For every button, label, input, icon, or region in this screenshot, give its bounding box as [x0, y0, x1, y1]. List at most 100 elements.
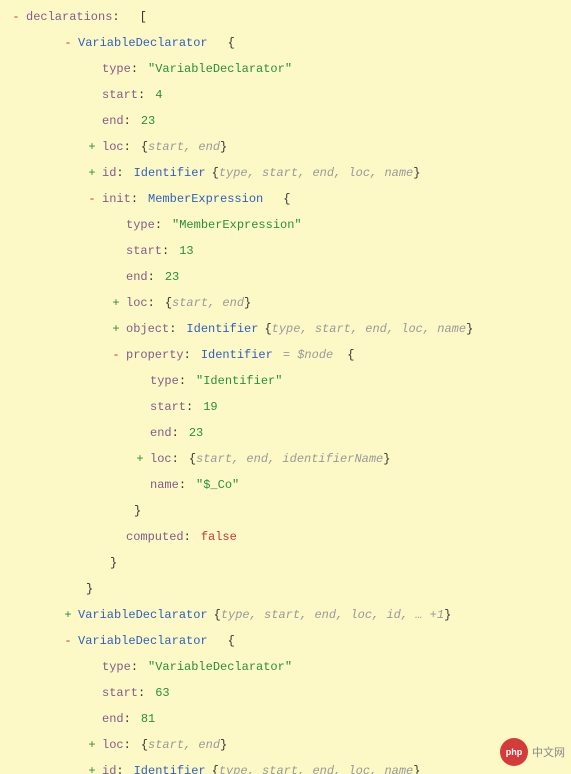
bracket: } — [134, 504, 141, 518]
string-value: "VariableDeclarator" — [148, 660, 292, 674]
expand-icon[interactable]: + — [110, 290, 122, 316]
tree-row: -declarations:[ — [0, 4, 571, 30]
number-value: 81 — [141, 712, 155, 726]
expand-icon[interactable]: + — [86, 758, 98, 774]
number-value: 23 — [141, 114, 155, 128]
expand-icon[interactable]: + — [110, 316, 122, 342]
bracket: } — [220, 738, 227, 752]
colon: : — [148, 296, 155, 310]
collapsed-preview: type, start, end, loc, name — [219, 166, 413, 180]
bracket: { — [212, 166, 219, 180]
bracket: { — [189, 452, 196, 466]
bracket: { — [228, 36, 235, 50]
tree-row: type: "VariableDeclarator" — [0, 56, 571, 82]
colon: : — [124, 140, 131, 154]
bracket: [ — [140, 10, 147, 24]
tree-row: } — [0, 576, 571, 602]
bracket: { — [165, 296, 172, 310]
bracket: { — [141, 140, 148, 154]
bracket: { — [283, 192, 290, 206]
expand-icon[interactable]: + — [62, 602, 74, 628]
property-key: type — [102, 62, 131, 76]
string-value: "Identifier" — [196, 374, 282, 388]
node-type-label[interactable]: Identifier — [134, 764, 206, 774]
bracket: } — [220, 140, 227, 154]
number-value: 19 — [203, 400, 217, 414]
colon: : — [148, 270, 155, 284]
node-type-label[interactable]: Identifier — [134, 166, 206, 180]
number-value: 63 — [155, 686, 169, 700]
bracket: { — [264, 322, 271, 336]
colon: : — [131, 192, 138, 206]
bracket: } — [413, 166, 420, 180]
expand-icon[interactable]: + — [86, 134, 98, 160]
property-key: start — [102, 686, 138, 700]
colon: : — [184, 348, 191, 362]
colon: : — [179, 478, 186, 492]
tree-row: end:23 — [0, 264, 571, 290]
bracket: } — [110, 556, 117, 570]
tree-row: computed:false — [0, 524, 571, 550]
node-type-label[interactable]: VariableDeclarator — [78, 608, 208, 622]
tree-row: end:23 — [0, 108, 571, 134]
expand-icon[interactable]: + — [134, 446, 146, 472]
colon: : — [155, 218, 162, 232]
ast-tree-viewer: -declarations:[-VariableDeclarator{type:… — [0, 0, 571, 774]
collapse-icon[interactable]: - — [62, 30, 74, 56]
property-key: declarations — [26, 10, 112, 24]
tree-row: +loc:{start, end} — [0, 290, 571, 316]
bracket: { — [228, 634, 235, 648]
property-key: end — [126, 270, 148, 284]
node-type-label[interactable]: Identifier — [201, 348, 273, 362]
colon: : — [186, 400, 193, 414]
property-key: type — [102, 660, 131, 674]
expand-icon[interactable]: + — [86, 160, 98, 186]
collapse-icon[interactable]: - — [110, 342, 122, 368]
collapse-icon[interactable]: - — [10, 4, 22, 30]
bracket: { — [212, 764, 219, 774]
tree-row: end:81 — [0, 706, 571, 732]
property-key: start — [150, 400, 186, 414]
tree-row: } — [0, 550, 571, 576]
property-key: start — [126, 244, 162, 258]
tree-row: start:4 — [0, 82, 571, 108]
property-key: loc — [150, 452, 172, 466]
number-value: 23 — [189, 426, 203, 440]
property-key: type — [150, 374, 179, 388]
colon: : — [184, 530, 191, 544]
colon: : — [162, 244, 169, 258]
collapsed-preview: start, end — [172, 296, 244, 310]
collapse-icon[interactable]: - — [62, 628, 74, 654]
node-type-label[interactable]: VariableDeclarator — [78, 36, 208, 50]
tree-row: end:23 — [0, 420, 571, 446]
number-value: 4 — [155, 88, 162, 102]
bracket: } — [86, 582, 93, 596]
node-type-label[interactable]: Identifier — [186, 322, 258, 336]
property-key: loc — [126, 296, 148, 310]
tree-row: -VariableDeclarator { — [0, 628, 571, 654]
expand-icon[interactable]: + — [86, 732, 98, 758]
colon: : — [116, 764, 123, 774]
property-key: type — [126, 218, 155, 232]
node-type-label[interactable]: MemberExpression — [148, 192, 263, 206]
tree-row: } — [0, 498, 571, 524]
collapsed-preview: type, start, end, loc, id, … +1 — [221, 608, 444, 622]
property-key: end — [102, 114, 124, 128]
collapse-icon[interactable]: - — [86, 186, 98, 212]
colon: : — [116, 166, 123, 180]
string-value: "VariableDeclarator" — [148, 62, 292, 76]
collapsed-preview: type, start, end, loc, name — [272, 322, 466, 336]
colon: : — [131, 62, 138, 76]
property-key: id — [102, 764, 116, 774]
bracket: } — [444, 608, 451, 622]
colon: : — [138, 686, 145, 700]
colon: : — [131, 660, 138, 674]
tree-row: type: "VariableDeclarator" — [0, 654, 571, 680]
colon: : — [124, 738, 131, 752]
string-value: "$_Co" — [196, 478, 239, 492]
number-value: 23 — [165, 270, 179, 284]
property-key: end — [102, 712, 124, 726]
node-type-label[interactable]: VariableDeclarator — [78, 634, 208, 648]
colon: : — [172, 426, 179, 440]
string-value: "MemberExpression" — [172, 218, 302, 232]
